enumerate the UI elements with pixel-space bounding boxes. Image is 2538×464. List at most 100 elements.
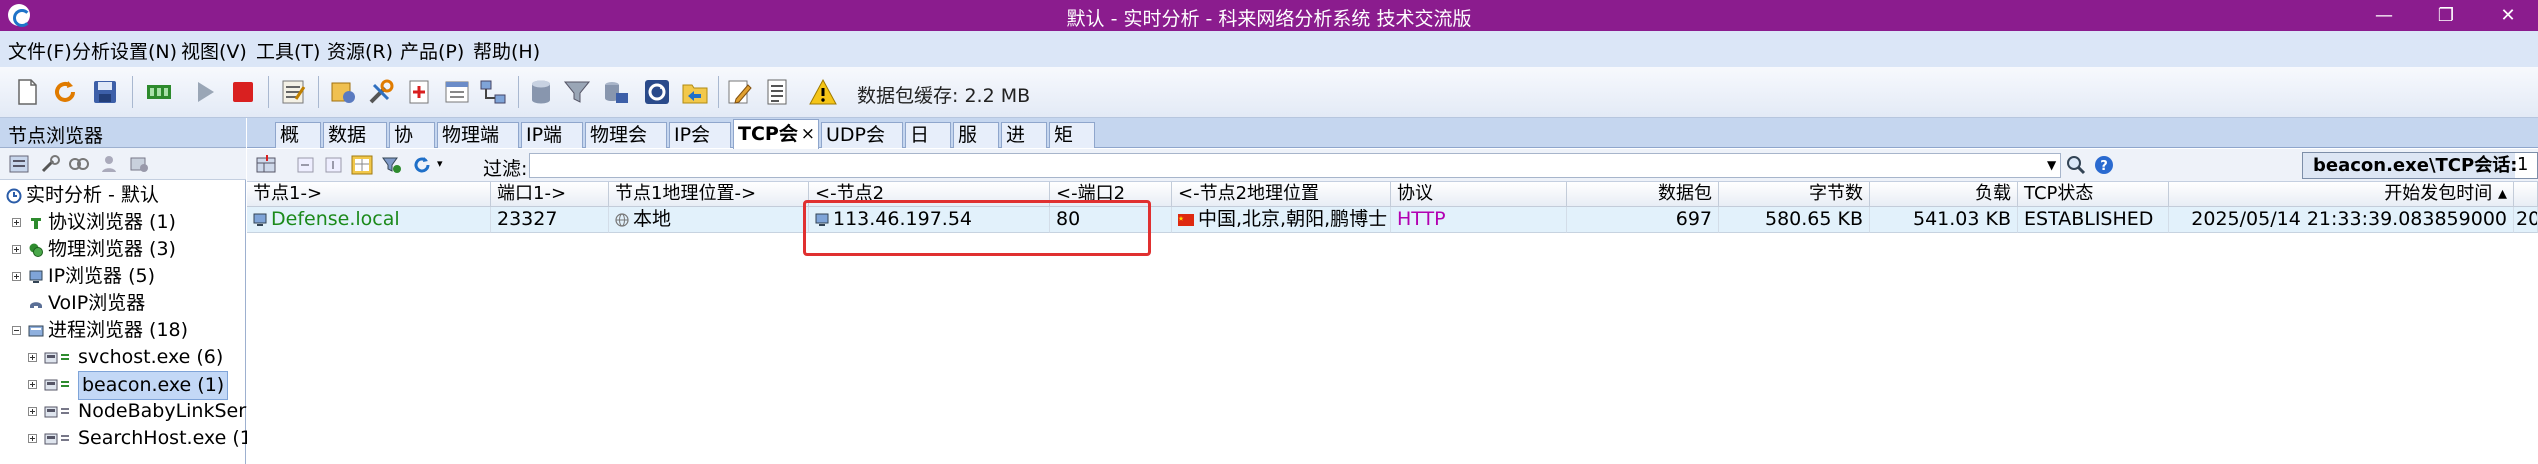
tab-packets[interactable]: 数据包 (323, 122, 387, 170)
physical-icon (29, 243, 43, 257)
tab-tcp-sessions[interactable]: TCP会话 × (733, 119, 819, 173)
expand-toggle[interactable] (12, 218, 21, 227)
menu-view[interactable]: 视图(V) (181, 37, 247, 64)
adapter-icon[interactable] (144, 77, 174, 107)
column-header-payload[interactable]: 负载 (1870, 182, 2018, 207)
column-header-node1[interactable]: 节点1-> (247, 182, 491, 207)
tab-ip-endpoints[interactable]: IP端点 (521, 122, 583, 170)
tab-matrix[interactable]: 矩阵 (1049, 122, 1095, 170)
auto-refresh-icon[interactable] (411, 155, 433, 175)
column-filter-icon[interactable] (381, 155, 403, 175)
tree-link-icon[interactable] (68, 154, 90, 174)
help-icon[interactable]: ? (2093, 155, 2115, 175)
refresh-dropdown-icon[interactable]: ▾ (437, 157, 443, 170)
expand-toggle[interactable] (28, 380, 37, 389)
column-header-tcp-state[interactable]: TCP状态 (2018, 182, 2169, 207)
database-icon[interactable] (526, 77, 556, 107)
expand-toggle[interactable] (12, 245, 21, 254)
tree-tool-icon[interactable] (40, 154, 62, 174)
table-row-cell-node1-geo[interactable]: 本地 (609, 207, 809, 233)
exe-icon (44, 433, 69, 445)
tree-view-icon[interactable] (8, 154, 30, 174)
play-icon[interactable] (190, 77, 220, 107)
collapse-toggle[interactable] (12, 326, 21, 335)
tab-ip-sessions[interactable]: IP会话 (669, 122, 731, 170)
filter-input[interactable] (529, 153, 2061, 178)
column-header-packets[interactable]: 数据包 (1567, 182, 1719, 207)
toolbar-separator (318, 76, 319, 108)
tree-settings-icon[interactable] (128, 154, 150, 174)
filter-dropdown-icon[interactable]: ▼ (2047, 158, 2056, 172)
table-row-cell-packets[interactable]: 697 (1567, 207, 1719, 233)
table-row-cell-port1[interactable]: 23327 (491, 207, 609, 233)
save-icon[interactable] (90, 77, 120, 107)
edit-icon[interactable] (724, 77, 754, 107)
tab-physical-sessions[interactable]: 物理会话 (585, 122, 667, 170)
export-icon[interactable] (600, 77, 630, 107)
tree-node-icon[interactable] (98, 154, 120, 174)
minimize-button[interactable]: — (2354, 0, 2414, 31)
table-row-cell-start-time[interactable]: 2025/05/14 21:33:39.083859000 (2169, 207, 2514, 233)
menu-resources[interactable]: 资源(R) (327, 37, 393, 64)
list-icon[interactable] (442, 77, 472, 107)
filter-bar: ▾ 过滤: ▼ ? beacon.exe\TCP会话: 1 (247, 149, 2538, 182)
update-icon[interactable] (642, 77, 672, 107)
tree-item-label: 物理浏览器 (3) (48, 238, 176, 260)
table-row-cell-node1[interactable]: Defense.local (247, 207, 491, 233)
table-row-cell-node2-geo[interactable]: 中国,北京,朝阳,鹏博士 (1172, 207, 1391, 233)
add-icon[interactable] (404, 77, 434, 107)
new-icon[interactable] (12, 77, 42, 107)
expand-toggle[interactable] (12, 272, 21, 281)
column-header-overflow[interactable] (2514, 182, 2538, 207)
grid-options-icon[interactable] (351, 155, 373, 175)
column-header-start-time[interactable]: 开始发包时间 ▴ (2169, 182, 2514, 207)
tab-summary[interactable]: 概要 (275, 122, 321, 170)
search-icon[interactable] (2065, 155, 2087, 175)
table-row-cell-protocol[interactable]: HTTP (1391, 207, 1567, 233)
table-row-cell-bytes[interactable]: 580.65 KB (1719, 207, 1870, 233)
toolbar-separator (268, 76, 269, 108)
table-row-cell-payload[interactable]: 541.03 KB (1870, 207, 2018, 233)
column-header-node2-geo[interactable]: <-节点2地理位置 (1172, 182, 1391, 207)
menu-file[interactable]: 文件(F) (8, 37, 72, 64)
tools-icon[interactable] (366, 77, 396, 107)
column-header-node1-geo[interactable]: 节点1地理位置-> (609, 182, 809, 207)
menu-tools[interactable]: 工具(T) (256, 37, 320, 64)
layout-icon[interactable] (255, 155, 277, 175)
column-header-bytes[interactable]: 字节数 (1719, 182, 1870, 207)
network-icon[interactable] (478, 77, 508, 107)
menu-help[interactable]: 帮助(H) (473, 37, 540, 64)
path-value[interactable]: 1 (2517, 154, 2528, 175)
tab-close-icon[interactable]: × (801, 120, 815, 148)
warning-icon[interactable] (808, 77, 838, 107)
column-header-port1[interactable]: 端口1-> (491, 182, 609, 207)
tab-udp-sessions[interactable]: UDP会话 (821, 122, 903, 170)
exe-icon (44, 406, 69, 418)
filter-icon[interactable] (562, 77, 592, 107)
settings-icon[interactable] (328, 77, 358, 107)
expand-toggle[interactable] (28, 353, 37, 362)
menu-products[interactable]: 产品(P) (400, 37, 464, 64)
menu-analysis-settings[interactable]: 分析设置(N) (72, 37, 177, 64)
tab-services[interactable]: 服务 (953, 122, 999, 170)
folder-icon[interactable] (680, 77, 710, 107)
tree-item-label: beacon.exe (1) (78, 371, 229, 400)
expand-toggle[interactable] (28, 434, 37, 443)
tab-physical-endpoints[interactable]: 物理端点 (437, 122, 519, 170)
node-browser-toolbar (0, 148, 246, 180)
tab-protocol[interactable]: 协议 (389, 122, 435, 170)
column-header-protocol[interactable]: 协议 (1391, 182, 1567, 207)
log-icon[interactable] (278, 77, 308, 107)
close-button[interactable]: ✕ (2478, 0, 2538, 31)
export-left-icon[interactable] (295, 155, 317, 175)
tab-processes[interactable]: 进程 (1001, 122, 1047, 170)
table-row-cell-overflow[interactable]: 202 (2514, 207, 2538, 233)
stop-icon[interactable] (228, 77, 258, 107)
expand-toggle[interactable] (28, 407, 37, 416)
tab-log[interactable]: 日志 (905, 122, 951, 170)
export-right-icon[interactable] (323, 155, 345, 175)
table-row-cell-tcp-state[interactable]: ESTABLISHED (2018, 207, 2169, 233)
maximize-button[interactable]: ❐ (2416, 0, 2476, 31)
report-icon[interactable] (762, 77, 792, 107)
refresh-icon[interactable] (50, 77, 80, 107)
